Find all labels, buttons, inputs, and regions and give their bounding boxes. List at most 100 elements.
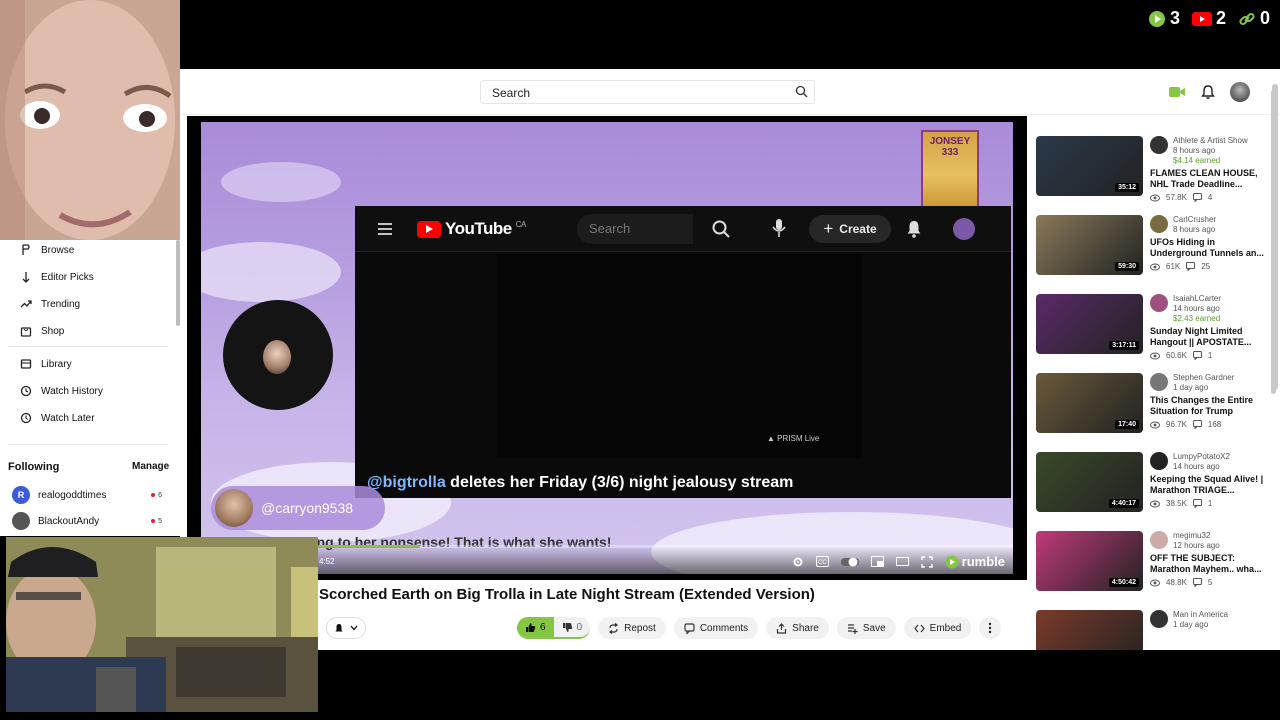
recommended-video-card[interactable]: Man in America 1 day ago [1036,610,1268,650]
recommended-video-card[interactable]: 35:12 Athlete & Artist Show 8 hours ago $4.… [1036,136,1268,206]
upload-age: 1 day ago [1173,620,1209,629]
fullscreen-icon[interactable] [920,555,933,568]
search-icon[interactable] [795,85,808,98]
upload-age: 8 hours ago [1173,225,1216,234]
user-avatar[interactable] [1230,82,1250,102]
dislike-button[interactable]: 0 [554,622,591,633]
manage-following-link[interactable]: Manage [132,461,169,472]
captions-icon[interactable]: CC [815,556,829,567]
channel-name[interactable]: IsaiahLCarter [1173,294,1221,304]
video-thumbnail[interactable]: 4:50:42 [1036,531,1143,591]
recommended-video-card[interactable]: 17:40 Stephen Gardner 1 day ago This Change… [1036,373,1268,443]
svg-text:CC: CC [818,560,827,566]
rumble-brand-logo[interactable]: rumble [945,554,1005,569]
live-dot [151,493,156,497]
sidebar-item-trending[interactable]: Trending [20,298,80,310]
following-item[interactable]: BlackoutAndy 5 [12,512,162,530]
channel-meta: Stephen Gardner 1 day ago [1173,373,1234,393]
video-player[interactable]: JONSEY 333 YouTube CA Search + Create ▲ … [187,116,1027,580]
video-thumbnail[interactable]: 35:12 [1036,136,1143,196]
channel-name[interactable]: Stephen Gardner [1173,373,1234,383]
recommended-video-title[interactable]: This Changes the Entire Situation for Tr… [1150,395,1265,417]
comment-count: 25 [1201,262,1211,271]
youtube-play-icon [417,220,441,238]
sidebar-item-library[interactable]: Library [20,358,72,370]
channel-meta: CarlCrusher 8 hours ago [1173,215,1216,235]
following-heading: Following [8,461,60,473]
following-channel-name: realogoddtimes [38,489,107,501]
video-stats: 60.6K 1 [1150,351,1212,360]
sidebar-item-label: Shop [41,325,65,337]
channel-name[interactable]: Man in America [1173,610,1228,620]
save-button[interactable]: Save [836,617,896,639]
recommended-video-card[interactable]: 59:30 CarlCrusher 8 hours ago UFOs Hiding i… [1036,215,1268,285]
channel-avatar: R [12,486,30,504]
recommended-video-card[interactable]: 4:50:42 megimu32 12 hours ago OFF THE SUBJE… [1036,531,1268,601]
video-thumbnail[interactable] [1036,610,1143,650]
channel-name[interactable]: LumpyPotatoX2 [1173,452,1230,462]
recommended-scrollbar[interactable] [1271,90,1276,394]
repost-button[interactable]: Repost [598,617,666,639]
sidebar-scrollbar[interactable] [176,240,180,326]
earned-amount: $4.14 earned [1173,156,1221,165]
theater-mode-icon[interactable] [895,556,909,567]
channel-avatar[interactable] [1150,531,1168,549]
sidebar-item-watch-history[interactable]: Watch History [20,385,103,397]
channel-avatar[interactable] [1150,373,1168,391]
autoplay-toggle-icon[interactable] [840,557,859,567]
recommended-video-card[interactable]: 4:40:17 LumpyPotatoX2 14 hours ago Keeping … [1036,452,1268,522]
earned-amount: $2.43 earned [1173,314,1221,323]
go-live-icon[interactable] [1168,85,1186,99]
embed-label: Embed [929,622,962,634]
video-stats: 48.8K 5 [1150,578,1212,587]
recommended-video-title[interactable]: FLAMES CLEAN HOUSE, NHL Trade Deadline..… [1150,168,1265,190]
channel-row: Stephen Gardner 1 day ago [1150,373,1234,393]
clock-icon [20,412,32,424]
channel-row: megimu32 12 hours ago [1150,531,1220,551]
link-count: 0 [1259,8,1270,28]
channel-avatar[interactable] [1150,136,1168,154]
youtube-counter: 2 [1191,8,1226,29]
like-button[interactable]: 6 [517,617,554,637]
channel-name[interactable]: megimu32 [1173,531,1220,541]
video-thumbnail[interactable]: 59:30 [1036,215,1143,275]
compass-icon [22,244,30,255]
recommended-video-title[interactable]: Keeping the Squad Alive! | Marathon TRIA… [1150,474,1265,496]
notification-bell-icon[interactable] [1200,84,1216,100]
share-button[interactable]: Share [766,617,829,639]
nav-divider [8,444,168,445]
recommended-video-title[interactable]: OFF THE SUBJECT: Marathon Mayhem.. wha..… [1150,553,1265,575]
recommended-video-card[interactable]: 3:17:11 IsaiahLCarter 14 hours ago $2.43 ea… [1036,294,1268,364]
video-thumbnail[interactable]: 17:40 [1036,373,1143,433]
video-thumbnail[interactable]: 3:17:11 [1036,294,1143,354]
sidebar-item-label: Watch History [41,385,103,397]
channel-avatar[interactable] [1150,294,1168,312]
channel-avatar[interactable] [1150,610,1168,628]
sidebar-item-shop[interactable]: Shop [20,325,64,337]
channel-name[interactable]: CarlCrusher [1173,215,1216,225]
recommended-video-title[interactable]: Sunday Night Limited Hangout || APOSTATE… [1150,326,1265,348]
notify-bell-button[interactable] [326,617,366,639]
video-caption: @bigtrolla deletes her Friday (3/6) nigh… [367,474,793,492]
channel-avatar[interactable] [1150,452,1168,470]
pick-icon [22,272,30,283]
more-options-button[interactable] [979,617,1002,639]
video-thumbnail[interactable]: 4:40:17 [1036,452,1143,512]
settings-gear-icon[interactable] [792,556,804,568]
view-count: 57.8K [1166,193,1187,202]
sidebar-item-editor-picks[interactable]: Editor Picks [20,271,94,283]
following-item[interactable]: R realogoddtimes 6 [12,486,162,504]
sidebar-item-watch-later[interactable]: Watch Later [20,412,95,424]
comments-button[interactable]: Comments [673,617,759,639]
youtube-count: 2 [1215,8,1226,28]
sidebar-item-browse[interactable]: Browse [20,244,74,256]
channel-avatar[interactable] [1150,215,1168,233]
search-input[interactable]: Search [480,80,815,104]
miniplayer-icon[interactable] [870,556,884,567]
recommended-video-title[interactable]: UFOs Hiding in Underground Tunnels an... [1150,237,1265,259]
video-frame[interactable]: JONSEY 333 YouTube CA Search + Create ▲ … [201,122,1013,574]
embed-button[interactable]: Embed [903,617,972,639]
video-title: Scorched Earth on Big Trolla in Late Nig… [319,586,815,603]
video-stats: 57.8K 4 [1150,193,1212,202]
channel-name[interactable]: Athlete & Artist Show [1173,136,1248,146]
